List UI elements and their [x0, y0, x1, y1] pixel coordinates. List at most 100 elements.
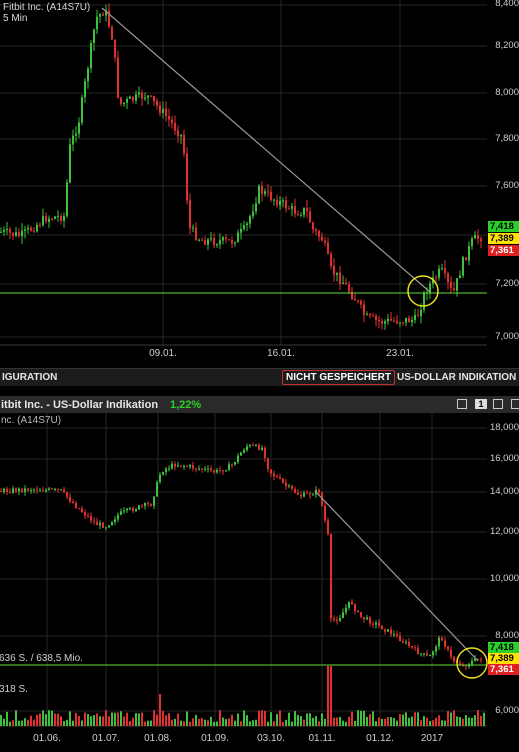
- intraday-candle: [405, 317, 407, 323]
- intraday-candle: [414, 315, 416, 320]
- daily-candle: [33, 489, 35, 491]
- intraday-candle: [357, 300, 359, 302]
- volume-bar: [357, 710, 359, 726]
- daily-candle: [141, 505, 143, 507]
- intraday-candle: [231, 240, 233, 244]
- intraday-candle: [15, 232, 17, 236]
- daily-candle: [360, 611, 362, 617]
- intraday-candle: [276, 199, 278, 206]
- intraday-candle: [42, 215, 44, 226]
- maximize-icon[interactable]: [457, 399, 467, 409]
- daily-candle: [222, 470, 224, 472]
- daily-candle: [171, 463, 173, 469]
- volume-bar: [375, 721, 377, 726]
- intraday-candle: [336, 272, 338, 275]
- volume-bar: [432, 720, 434, 726]
- volume-bar: [390, 717, 392, 726]
- detach-icon[interactable]: [493, 399, 503, 409]
- intraday-chart-canvas[interactable]: [0, 0, 519, 368]
- intraday-candle: [48, 218, 50, 222]
- intraday-candle: [390, 318, 392, 321]
- volume-bar: [75, 712, 77, 726]
- volume-bar: [165, 715, 167, 726]
- volume-bar: [87, 714, 89, 726]
- volume-bar: [474, 715, 476, 726]
- volume-bar: [96, 713, 98, 726]
- daily-candle: [429, 655, 431, 657]
- daily-candle: [255, 444, 257, 446]
- intraday-candle: [111, 26, 113, 40]
- volume-bar: [171, 719, 173, 726]
- volume-bar: [480, 715, 482, 726]
- intraday-candle: [249, 216, 251, 224]
- daily-candle: [357, 610, 359, 612]
- intraday-candle: [36, 224, 38, 232]
- intraday-candle: [294, 206, 296, 214]
- daily-candle: [123, 510, 125, 512]
- price-tag-high: 7,418: [488, 221, 519, 232]
- window-number-badge[interactable]: 1: [475, 399, 487, 409]
- y-tick: 16,000: [489, 453, 519, 464]
- volume-bar: [66, 719, 68, 726]
- daily-candle: [378, 622, 380, 626]
- intraday-candle: [189, 200, 191, 229]
- daily-chart-panel[interactable]: nc. (A14S7U) 18,000 16,000 14,000 12,000…: [0, 396, 519, 752]
- intraday-candle: [156, 101, 158, 106]
- volume-bar: [63, 721, 65, 726]
- daily-candle: [354, 604, 356, 611]
- intraday-candle: [345, 282, 347, 285]
- intraday-candle: [396, 320, 398, 324]
- volume-bar: [222, 717, 224, 726]
- volume-bar: [330, 666, 332, 726]
- volume-bar: [444, 720, 446, 726]
- x-tick: 03.10.: [257, 733, 285, 744]
- intraday-candle: [171, 119, 173, 123]
- configuration-tab[interactable]: IGURATION: [2, 372, 57, 383]
- daily-candle: [42, 490, 44, 492]
- intraday-candle: [327, 242, 329, 254]
- intraday-chart-panel[interactable]: Fitbit Inc. (A14S7U) 5 Min 8,400 8,200 8…: [0, 0, 519, 368]
- intraday-candle: [318, 231, 320, 237]
- volume-bar: [273, 721, 275, 726]
- daily-candle: [186, 465, 188, 467]
- volume-bar: [456, 716, 458, 726]
- y-tick: 10,000: [489, 573, 519, 584]
- intraday-candle: [240, 228, 242, 233]
- daily-candle: [159, 474, 161, 483]
- intraday-candle: [69, 144, 71, 183]
- x-tick: 09.01.: [149, 348, 177, 359]
- daily-chart-canvas[interactable]: [0, 396, 519, 752]
- window-icon[interactable]: [511, 399, 519, 409]
- daily-candle: [318, 489, 320, 493]
- volume-bar: [441, 720, 443, 726]
- daily-candle: [246, 446, 248, 451]
- volume-bar: [249, 721, 251, 726]
- daily-candle: [234, 461, 236, 465]
- volume-bar: [69, 711, 71, 726]
- volume-bar: [426, 717, 428, 726]
- save-status-button[interactable]: NICHT GESPEICHERT: [282, 370, 396, 385]
- intraday-candle: [411, 319, 413, 323]
- volume-bar: [324, 718, 326, 726]
- daily-candle: [444, 640, 446, 647]
- volume-bar: [99, 716, 101, 726]
- intraday-candle: [93, 29, 95, 44]
- daily-candle: [126, 508, 128, 511]
- intraday-candle: [99, 14, 101, 17]
- volume-bar: [453, 710, 455, 726]
- x-tick: 2017: [420, 733, 444, 744]
- intraday-candle: [417, 315, 419, 317]
- daily-candle: [69, 497, 71, 502]
- intraday-candle: [51, 218, 53, 220]
- y-tick: 7,600: [495, 180, 519, 191]
- interval-label: 5 Min: [3, 13, 28, 24]
- daily-candle: [261, 447, 263, 450]
- volume-bar: [363, 710, 365, 726]
- intraday-candle: [246, 223, 248, 226]
- volume-bar: [405, 712, 407, 726]
- volume-bar: [402, 714, 404, 726]
- daily-candle: [336, 619, 338, 621]
- quote-source-dropdown[interactable]: US-DOLLAR INDIKATION ▲: [397, 372, 519, 383]
- volume-bar: [180, 720, 182, 726]
- daily-candle: [240, 452, 242, 456]
